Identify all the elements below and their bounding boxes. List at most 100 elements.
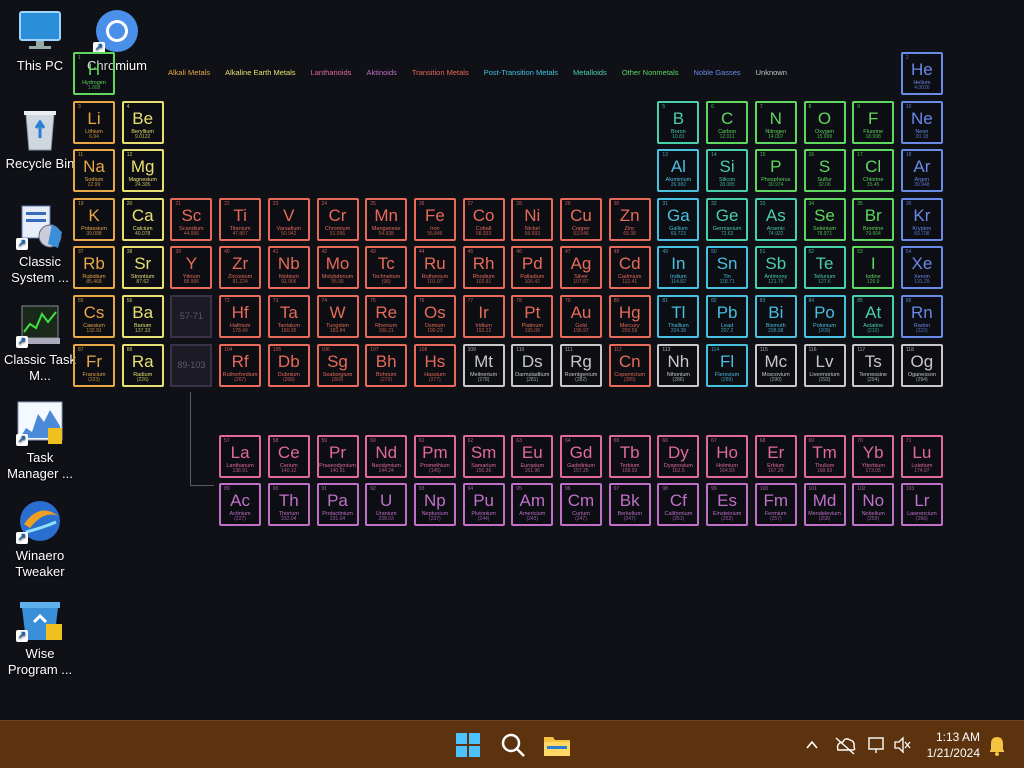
element-cell-la[interactable]: 57 La Lanthanum 138.91 xyxy=(219,434,262,478)
element-cell-he[interactable]: 2 He Helium 4.0026 xyxy=(900,52,943,95)
element-cell-s[interactable]: 16 S Sulfur 32.06 xyxy=(803,149,846,193)
element-cell-li[interactable]: 3 Li Lithium 6.94 xyxy=(73,100,115,144)
legend-item[interactable]: Alkali Metals xyxy=(168,68,210,77)
element-cell-ho[interactable]: 67 Ho Holmium 164.93 xyxy=(706,434,749,478)
element-cell-nb[interactable]: 41 Nb Niobium 92.906 xyxy=(267,246,310,290)
element-cell-tb[interactable]: 65 Tb Terbium 158.93 xyxy=(608,434,651,478)
element-cell-rn[interactable]: 86 Rn Radon (222) xyxy=(900,295,943,338)
element-cell-lr[interactable]: 103 Lr Lawrencium (266) xyxy=(900,483,943,527)
legend-item[interactable]: Metalloids xyxy=(573,68,607,77)
legend-item[interactable]: Aktinoids xyxy=(366,68,396,77)
legend-item[interactable]: Noble Gasses xyxy=(694,68,741,77)
element-cell-ts[interactable]: 117 Ts Tennessine (294) xyxy=(852,343,895,387)
legend-item[interactable]: Other Nonmetals xyxy=(622,68,679,77)
element-cell-md[interactable]: 101 Md Mendelevium (258) xyxy=(803,483,846,527)
element-cell-pb[interactable]: 82 Pb Lead 207.2 xyxy=(706,295,749,338)
element-cell-kr[interactable]: 36 Kr Krypton 83.798 xyxy=(900,197,943,241)
element-cell-au[interactable]: 79 Au Gold 196.97 xyxy=(560,295,602,338)
element-cell-n[interactable]: 7 N Nitrogen 14.007 xyxy=(754,100,797,144)
element-cell-cl[interactable]: 17 Cl Chlorine 35.45 xyxy=(852,149,895,193)
element-cell-at[interactable]: 85 At Astatine (210) xyxy=(852,295,895,338)
clock[interactable]: 1:13 AM 1/21/2024 xyxy=(927,729,980,761)
element-cell-mo[interactable]: 42 Mo Molybdenum 95.95 xyxy=(316,246,359,290)
element-cell-pt[interactable]: 78 Pt Platinum 195.08 xyxy=(511,295,554,338)
element-cell-ba[interactable]: 56 Ba Barium 137.33 xyxy=(121,295,164,338)
element-cell-cr[interactable]: 24 Cr Chromium 51.996 xyxy=(316,197,359,241)
element-cell-os[interactable]: 76 Os Osmium 190.23 xyxy=(413,295,456,338)
element-cell-si[interactable]: 14 Si Silicon 28.085 xyxy=(706,149,749,193)
element-cell-v[interactable]: 23 V Vanadium 50.942 xyxy=(267,197,310,241)
element-cell-rh[interactable]: 45 Rh Rhodium 102.91 xyxy=(462,246,505,290)
element-cell-mg[interactable]: 12 Mg Magnesium 24.305 xyxy=(121,149,164,193)
element-cell-pm[interactable]: 61 Pm Promethium (145) xyxy=(413,434,456,478)
element-cell-ne[interactable]: 10 Ne Neon 20.18 xyxy=(900,100,943,144)
volume-button[interactable] xyxy=(892,721,912,768)
element-cell-gd[interactable]: 64 Gd Gadolinium 157.25 xyxy=(560,434,602,478)
element-cell-ni[interactable]: 28 Ni Nickel 58.693 xyxy=(511,197,554,241)
element-cell-bi[interactable]: 83 Bi Bismuth 208.98 xyxy=(754,295,797,338)
element-cell-zn[interactable]: 30 Zn Zinc 65.38 xyxy=(608,197,651,241)
element-cell-es[interactable]: 99 Es Einsteinium (252) xyxy=(706,483,749,527)
element-cell-w[interactable]: 74 W Tungsten 183.84 xyxy=(316,295,359,338)
element-cell-co[interactable]: 27 Co Cobalt 58.933 xyxy=(462,197,505,241)
element-cell-pu[interactable]: 94 Pu Plutonium (244) xyxy=(462,483,505,527)
element-cell-xe[interactable]: 54 Xe Xenon 131.29 xyxy=(900,246,943,290)
element-cell-mt[interactable]: 109 Mt Meitnerium (278) xyxy=(462,343,505,387)
element-cell-fe[interactable]: 26 Fe Iron 55.845 xyxy=(413,197,456,241)
element-cell-lu[interactable]: 71 Lu Lutetium 174.97 xyxy=(900,434,943,478)
element-cell-yb[interactable]: 70 Yb Ytterbium 173.05 xyxy=(852,434,895,478)
element-cell-mn[interactable]: 25 Mn Manganese 54.938 xyxy=(365,197,408,241)
element-cell-dy[interactable]: 66 Dy Dysprosium 162.5 xyxy=(657,434,700,478)
start-button[interactable] xyxy=(452,729,484,761)
element-cell-cm[interactable]: 96 Cm Curium (247) xyxy=(560,483,602,527)
element-cell-ca[interactable]: 20 Ca Calcium 40.078 xyxy=(121,197,164,241)
element-cell-tc[interactable]: 43 Tc Technetium (98) xyxy=(365,246,408,290)
element-cell-mc[interactable]: 115 Mc Moscovium (290) xyxy=(754,343,797,387)
element-cell-cf[interactable]: 98 Cf Californium (251) xyxy=(657,483,700,527)
element-cell-na[interactable]: 11 Na Sodium 22.99 xyxy=(73,149,115,193)
element-cell-sb[interactable]: 51 Sb Antimony 121.76 xyxy=(754,246,797,290)
element-cell-u[interactable]: 92 U Uranium 238.03 xyxy=(365,483,408,527)
element-cell-sm[interactable]: 62 Sm Samarium 150.36 xyxy=(462,434,505,478)
legend-item[interactable]: Lanthanoids xyxy=(311,68,352,77)
element-cell-no[interactable]: 102 No Nobelium (259) xyxy=(852,483,895,527)
onedrive-button[interactable] xyxy=(832,721,858,768)
element-cell-nh[interactable]: 113 Nh Nihonium (286) xyxy=(657,343,700,387)
element-cell-c[interactable]: 6 C Carbon 12.011 xyxy=(706,100,749,144)
element-cell-i[interactable]: 53 I Iodine 126.9 xyxy=(852,246,895,290)
element-cell-ga[interactable]: 31 Ga Gallium 69.723 xyxy=(657,197,700,241)
element-cell-hg[interactable]: 80 Hg Mercury 200.59 xyxy=(608,295,651,338)
element-cell-as[interactable]: 33 As Arsenic 74.922 xyxy=(754,197,797,241)
element-cell-hf[interactable]: 72 Hf Hafnium 178.49 xyxy=(219,295,262,338)
element-cell-bh[interactable]: 107 Bh Bohrium (270) xyxy=(365,343,408,387)
element-cell-eu[interactable]: 63 Eu Europium 151.96 xyxy=(511,434,554,478)
element-cell-sn[interactable]: 50 Sn Tin 118.71 xyxy=(706,246,749,290)
element-cell-zr[interactable]: 40 Zr Zirconium 91.224 xyxy=(219,246,262,290)
element-cell-y[interactable]: 39 Y Yttrium 88.906 xyxy=(170,246,213,290)
element-cell-re[interactable]: 75 Re Rhenium 186.21 xyxy=(365,295,408,338)
element-cell-sr[interactable]: 38 Sr Strontium 87.62 xyxy=(121,246,164,290)
legend-item[interactable]: Unknown xyxy=(756,68,787,77)
element-cell-cu[interactable]: 29 Cu Copper 63.546 xyxy=(560,197,602,241)
element-cell-cs[interactable]: 55 Cs Caesium 132.91 xyxy=(73,295,115,338)
element-cell-be[interactable]: 4 Be Beryllium 9.0122 xyxy=(121,100,164,144)
file-explorer-button[interactable] xyxy=(541,729,573,761)
element-cell-hs[interactable]: 108 Hs Hassium (277) xyxy=(413,343,456,387)
element-cell-pr[interactable]: 59 Pr Praseodymium 140.91 xyxy=(316,434,359,478)
element-cell-rb[interactable]: 37 Rb Rubidium 85.468 xyxy=(73,246,115,290)
element-cell-ar[interactable]: 18 Ar Argon 39.948 xyxy=(900,149,943,193)
element-cell-po[interactable]: 84 Po Polonium (209) xyxy=(803,295,846,338)
element-cell-rf[interactable]: 104 Rf Rutherfordium (267) xyxy=(219,343,262,387)
element-cell-ag[interactable]: 47 Ag Silver 107.87 xyxy=(560,246,602,290)
element-cell-cn[interactable]: 112 Cn Copernicium (285) xyxy=(608,343,651,387)
element-cell-ra[interactable]: 88 Ra Radium (226) xyxy=(121,343,164,387)
element-cell-sg[interactable]: 106 Sg Seaborgium (269) xyxy=(316,343,359,387)
element-cell-tm[interactable]: 69 Tm Thulium 168.93 xyxy=(803,434,846,478)
network-button[interactable] xyxy=(866,721,886,768)
element-cell-se[interactable]: 34 Se Selenium 78.971 xyxy=(803,197,846,241)
element-cell-h[interactable]: 1 H Hydrogen 1.008 xyxy=(73,52,115,95)
element-cell-ti[interactable]: 22 Ti Titanium 47.867 xyxy=(219,197,262,241)
element-cell-ge[interactable]: 32 Ge Germanium 72.63 xyxy=(706,197,749,241)
element-cell-th[interactable]: 90 Th Thorium 232.04 xyxy=(267,483,310,527)
legend-item[interactable]: Alkaline Earth Metals xyxy=(225,68,295,77)
